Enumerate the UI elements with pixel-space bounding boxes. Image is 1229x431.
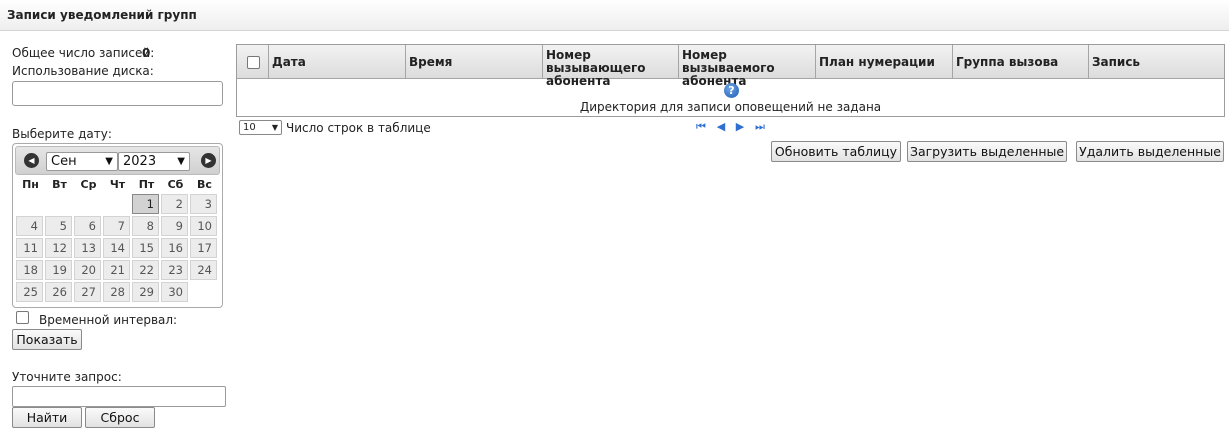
- column-called-number[interactable]: Номер вызываемого абонента: [679, 45, 816, 88]
- calendar-day[interactable]: 6: [74, 216, 101, 236]
- first-page-icon[interactable]: ⏮: [695, 121, 707, 133]
- calendar-day[interactable]: 1: [132, 194, 159, 214]
- chevron-down-icon: ▼: [177, 156, 185, 167]
- calendar-day[interactable]: 4: [16, 216, 43, 236]
- calendar-day[interactable]: 28: [103, 282, 130, 302]
- help-question-icon: ?: [724, 83, 739, 98]
- calendar-header: ◀ Сен ▼ 2023 ▼ ▶: [15, 146, 220, 175]
- calendar-day[interactable]: 19: [45, 260, 72, 280]
- records-table: Дата Время Номер вызывающего абонента Но…: [236, 44, 1225, 117]
- refine-query-input[interactable]: [12, 386, 226, 407]
- reset-button[interactable]: Сброс: [85, 407, 155, 428]
- calendar-day[interactable]: 18: [16, 260, 43, 280]
- chevron-down-icon: ▼: [105, 156, 113, 167]
- calendar-day[interactable]: 13: [74, 238, 101, 258]
- calendar-day[interactable]: 5: [45, 216, 72, 236]
- table-header: Дата Время Номер вызывающего абонента Но…: [237, 45, 1224, 88]
- calendar-day[interactable]: 8: [132, 216, 159, 236]
- calendar-day[interactable]: 26: [45, 282, 72, 302]
- calendar-day[interactable]: 21: [103, 260, 130, 280]
- total-records-label: Общее число записей:: [12, 46, 155, 60]
- calendar-day[interactable]: 17: [190, 238, 217, 258]
- month-select-value: Сен: [51, 154, 77, 169]
- column-record[interactable]: Запись: [1089, 45, 1224, 79]
- column-numbering-plan[interactable]: План нумерации: [816, 45, 953, 79]
- calendar-day[interactable]: 29: [132, 282, 159, 302]
- delete-selected-button[interactable]: Удалить выделенные: [1076, 141, 1224, 162]
- time-interval-label: Временной интервал:: [39, 313, 178, 327]
- calendar-day[interactable]: 10: [190, 216, 217, 236]
- disk-usage-label: Использование диска:: [12, 64, 154, 78]
- calendar-day[interactable]: 2: [161, 194, 188, 214]
- calendar-day[interactable]: 20: [74, 260, 101, 280]
- last-page-icon[interactable]: ⏭: [754, 121, 766, 133]
- weekday-label: Сб: [167, 178, 184, 191]
- weekday-label: Вс: [197, 178, 212, 191]
- calendar-day[interactable]: 14: [103, 238, 130, 258]
- calendar-day[interactable]: 11: [16, 238, 43, 258]
- choose-date-label: Выберите дату:: [12, 127, 112, 141]
- weekday-label: Пн: [22, 178, 39, 191]
- calendar-day[interactable]: 12: [45, 238, 72, 258]
- rows-per-page-select[interactable]: 10 ▼: [239, 120, 282, 135]
- download-selected-button[interactable]: Загрузить выделенные: [907, 141, 1067, 162]
- calendar-day[interactable]: 25: [16, 282, 43, 302]
- calendar-day[interactable]: 30: [161, 282, 188, 302]
- column-date[interactable]: Дата: [269, 45, 406, 79]
- calendar-day[interactable]: 23: [161, 260, 188, 280]
- date-calendar: ◀ Сен ▼ 2023 ▼ ▶ Пн Вт Ср Чт Пт Сб Вс 12345678…: [12, 143, 223, 308]
- calendar-day[interactable]: 9: [161, 216, 188, 236]
- refine-query-label: Уточните запрос:: [12, 370, 122, 384]
- calendar-day[interactable]: 16: [161, 238, 188, 258]
- select-all-checkbox[interactable]: [247, 56, 260, 69]
- total-records-value: 0: [142, 46, 151, 60]
- column-time[interactable]: Время: [406, 45, 543, 79]
- find-button[interactable]: Найти: [12, 407, 82, 428]
- weekday-label: Ср: [80, 178, 97, 191]
- prev-page-icon[interactable]: ◀: [715, 121, 727, 133]
- calendar-day[interactable]: 15: [132, 238, 159, 258]
- select-all-cell: [237, 45, 269, 79]
- refresh-table-button[interactable]: Обновить таблицу: [771, 141, 901, 162]
- month-select[interactable]: Сен ▼: [46, 152, 118, 171]
- rows-per-page-value: 10: [243, 122, 256, 133]
- disk-usage-bar: [12, 81, 223, 106]
- weekday-label: Чт: [109, 178, 126, 191]
- arrow-left-icon[interactable]: ◀: [24, 153, 39, 168]
- year-select[interactable]: 2023 ▼: [118, 152, 190, 171]
- empty-table-message: Директория для записи оповещений не зада…: [579, 100, 882, 114]
- calendar-day[interactable]: 7: [103, 216, 130, 236]
- time-interval-checkbox[interactable]: [16, 311, 29, 324]
- arrow-right-icon[interactable]: ▶: [201, 153, 216, 168]
- weekday-label: Пт: [138, 178, 155, 191]
- calendar-day[interactable]: 22: [132, 260, 159, 280]
- column-caller-number[interactable]: Номер вызывающего абонента: [543, 45, 679, 88]
- page-title: Записи уведомлений групп: [7, 8, 197, 22]
- year-select-value: 2023: [123, 154, 157, 169]
- column-call-group[interactable]: Группа вызова: [953, 45, 1089, 79]
- show-button[interactable]: Показать: [12, 329, 82, 350]
- calendar-day[interactable]: 27: [74, 282, 101, 302]
- rows-per-page-label: Число строк в таблице: [286, 121, 431, 135]
- weekday-label: Вт: [52, 178, 67, 191]
- calendar-day[interactable]: 24: [190, 260, 217, 280]
- title-bar: Записи уведомлений групп: [0, 0, 1229, 31]
- chevron-down-icon: ▼: [271, 123, 278, 132]
- calendar-day[interactable]: 3: [190, 194, 217, 214]
- next-page-icon[interactable]: ▶: [734, 121, 746, 133]
